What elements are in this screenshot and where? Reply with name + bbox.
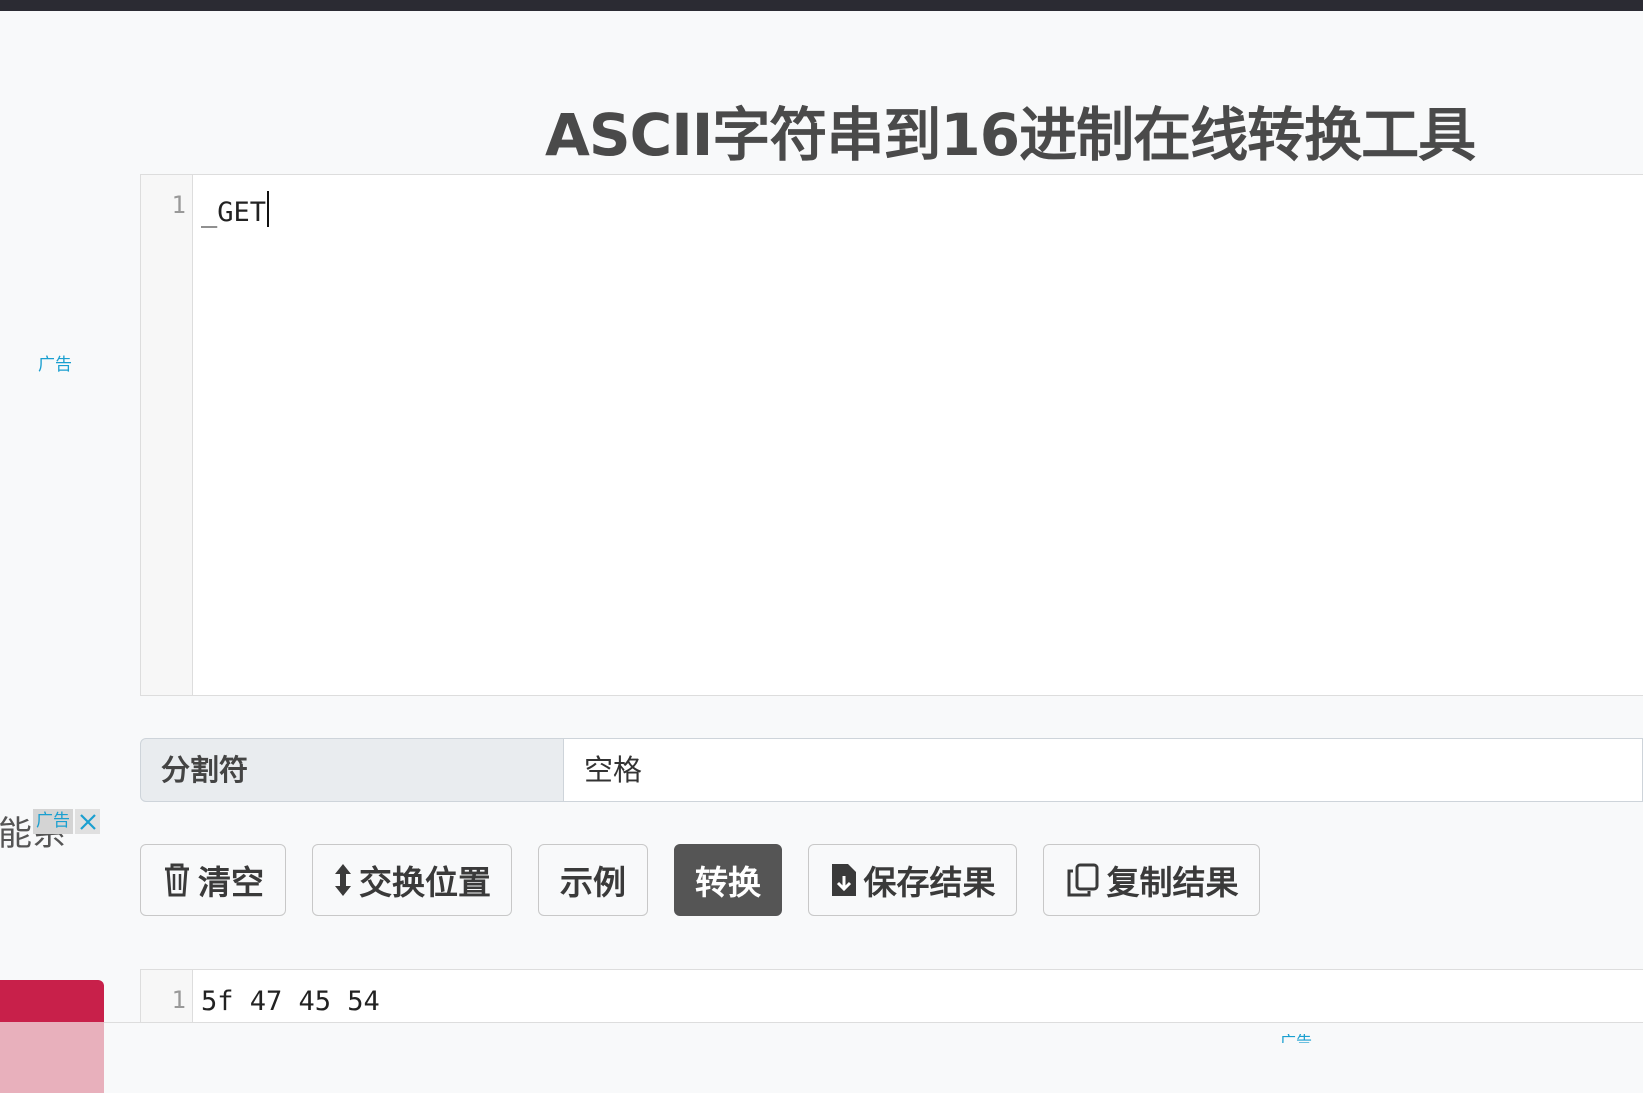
separator-input-group: 分割符 空格 [140, 738, 1643, 802]
file-download-icon [831, 864, 856, 896]
swap-button[interactable]: 交换位置 [312, 844, 512, 916]
side-promo-block-faded [0, 1022, 104, 1093]
swap-button-label: 交换位置 [359, 863, 491, 902]
output-editor-gutter: 1 [141, 970, 193, 1028]
page-title: ASCII字符串到16进制在线转换工具 [545, 101, 1476, 169]
copy-result-button[interactable]: 复制结果 [1043, 844, 1260, 916]
convert-button[interactable]: 转换 [674, 844, 782, 916]
copy-result-button-label: 复制结果 [1106, 863, 1239, 902]
convert-button-label: 转换 [695, 863, 761, 902]
output-editor[interactable]: 1 5f 47 45 54 [140, 969, 1643, 1029]
separator-select[interactable]: 空格 [564, 738, 1643, 802]
ad-label-bottom[interactable]: 广告 [1280, 1034, 1312, 1043]
clear-button-label: 清空 [198, 863, 264, 902]
input-editor-content[interactable]: _GET [201, 191, 270, 228]
copy-icon [1067, 863, 1098, 897]
input-editor[interactable]: 1 _GET [140, 174, 1643, 696]
save-result-button-label: 保存结果 [863, 863, 996, 902]
input-editor-gutter: 1 [141, 175, 193, 695]
ad-badge-label[interactable]: 广告 [33, 809, 73, 834]
close-icon[interactable] [75, 809, 100, 834]
input-text[interactable]: _GET [201, 197, 266, 228]
separator-label: 分割符 [140, 738, 564, 802]
example-button-label: 示例 [560, 863, 626, 902]
clear-button[interactable]: 清空 [140, 844, 286, 916]
trash-icon [165, 863, 189, 897]
line-number: 1 [171, 986, 186, 1014]
text-cursor [267, 191, 270, 227]
save-result-button[interactable]: 保存结果 [808, 844, 1017, 916]
ad-badge[interactable]: 广告 [33, 809, 100, 834]
ad-label-left[interactable]: 广告 [38, 350, 72, 375]
line-number: 1 [171, 191, 186, 219]
up-down-arrow-icon [335, 864, 351, 896]
bottom-overlay-bar [0, 1022, 1643, 1093]
browser-top-bar [0, 0, 1643, 11]
example-button[interactable]: 示例 [538, 844, 648, 916]
output-text[interactable]: 5f 47 45 54 [201, 986, 380, 1017]
